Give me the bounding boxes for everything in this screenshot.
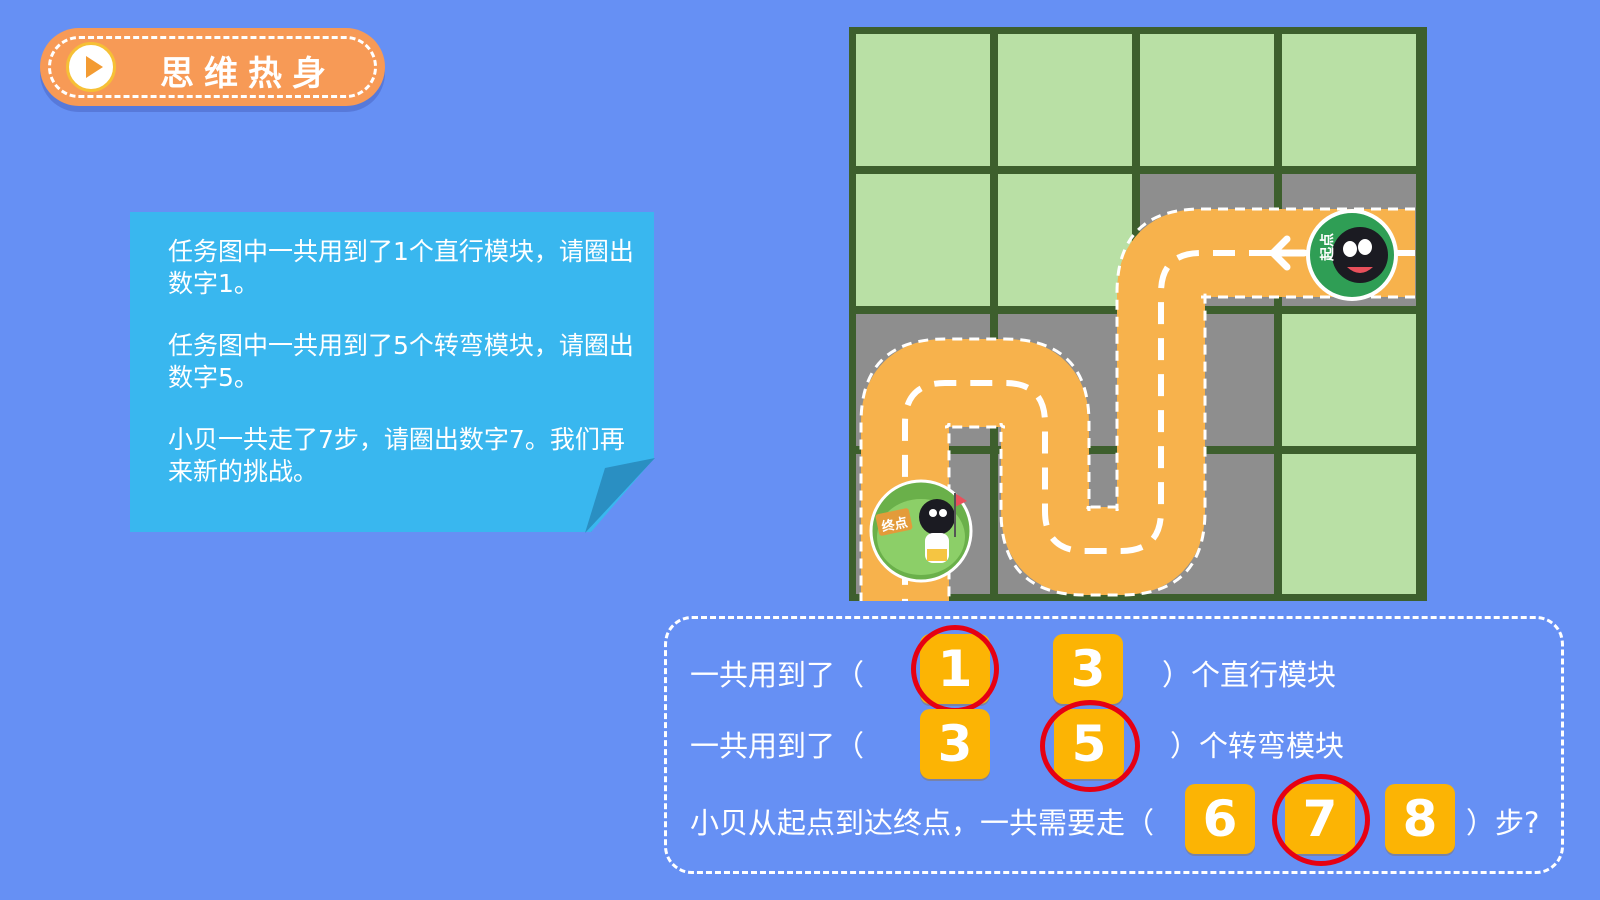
- answer-circle-q2: [1040, 700, 1140, 792]
- section-header-badge: 思维热身: [40, 28, 385, 106]
- play-icon[interactable]: [66, 42, 116, 92]
- question-1-prefix: 一共用到了（: [690, 658, 865, 692]
- option-q3-c[interactable]: 8: [1385, 784, 1455, 854]
- question-2-prefix: 一共用到了（: [690, 729, 865, 763]
- road-path: 起点 终点: [859, 207, 1415, 601]
- answer-circle-q1: [911, 625, 999, 713]
- start-marker-icon: 起点: [1306, 209, 1398, 301]
- instruction-text: 任务图中一共用到了1个直行模块，请圈出数字1。 任务图中一共用到了5个转弯模块，…: [168, 236, 638, 518]
- instruction-paragraph-1: 任务图中一共用到了1个直行模块，请圈出数字1。: [168, 237, 634, 298]
- question-3-prefix: 小贝从起点到达终点，一共需要走（: [690, 806, 1155, 840]
- answer-circle-q3: [1272, 774, 1370, 866]
- question-1-suffix: ）个直行模块: [1162, 658, 1337, 692]
- instruction-paragraph-3: 小贝一共走了7步，请圈出数字7。我们再来新的挑战。: [168, 425, 625, 486]
- section-title: 思维热身: [160, 54, 336, 94]
- option-q1-b[interactable]: 3: [1053, 634, 1123, 704]
- end-marker-icon: 终点: [869, 479, 973, 583]
- option-q2-a[interactable]: 3: [920, 709, 990, 779]
- svg-text:起点: 起点: [1319, 233, 1336, 262]
- question-3-suffix: ）步?: [1466, 806, 1540, 840]
- question-2-suffix: ）个转弯模块: [1170, 729, 1345, 763]
- option-q3-a[interactable]: 6: [1185, 784, 1255, 854]
- instruction-paragraph-2: 任务图中一共用到了5个转弯模块，请圈出数字5。: [168, 331, 634, 392]
